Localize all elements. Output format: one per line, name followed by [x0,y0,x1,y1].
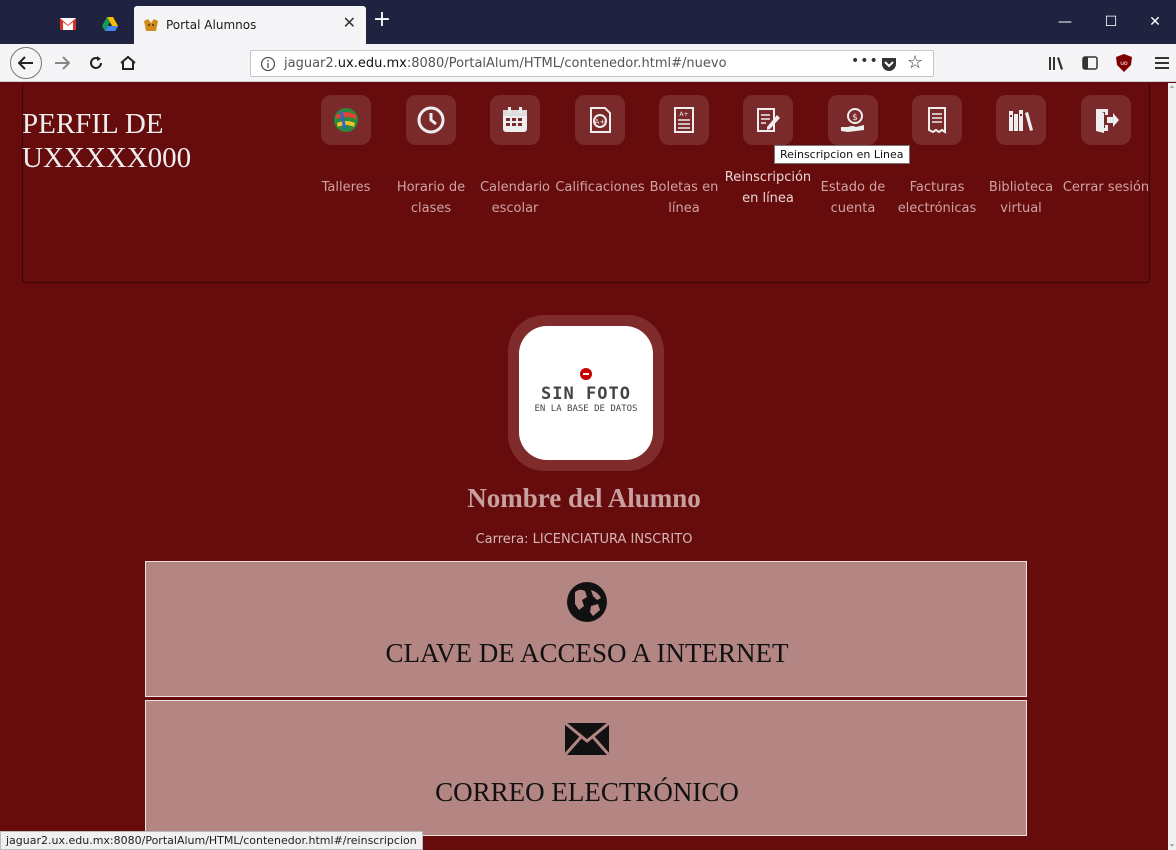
menu-label: línea [668,201,700,216]
menu-item-boletas[interactable]: A+ Boletas en línea [639,95,729,219]
logout-icon [1081,95,1131,145]
edit-document-icon [743,95,793,145]
profile-title: PERFIL DE UXXXXX000 [22,108,192,174]
maximize-button[interactable]: ☐ [1096,10,1126,34]
card-title: CLAVE DE ACCESO A INTERNET [385,638,789,668]
back-arrow-icon [18,56,33,70]
hamburger-menu-icon [1155,57,1169,69]
grade-document-icon: A+ [575,95,625,145]
url-text[interactable]: jaguar2.ux.edu.mx:8080/PortalAlum/HTML/c… [284,56,727,71]
minimize-button[interactable]: — [1050,10,1080,34]
forward-arrow-icon [55,56,70,70]
svg-text:A+: A+ [679,111,688,118]
menu-button[interactable] [1150,52,1174,74]
sidebar-button[interactable] [1078,52,1102,74]
home-icon [120,55,136,70]
svg-text:A+: A+ [595,118,606,126]
close-tab-icon[interactable]: ✕ [343,15,356,31]
browser-titlebar: Portal Alumnos ✕ + — ☐ ✕ [0,0,1176,44]
tooltip: Reinscripcion en Linea [774,145,910,164]
menu-label: Biblioteca [988,180,1054,195]
reload-icon [90,56,102,69]
page-content: PERFIL DE UXXXXX000 Talleres Horario de c… [0,83,1168,850]
menu-label: electrónicas [897,201,977,216]
url-bar[interactable]: jaguar2.ux.edu.mx:8080/PortalAlum/HTML/c… [250,50,934,77]
student-name: Nombre del Alumno [467,483,701,513]
calendar-icon [490,95,540,145]
browser-navbar: jaguar2.ux.edu.mx:8080/PortalAlum/HTML/c… [0,44,1176,82]
svg-text:$: $ [852,113,858,123]
close-window-button[interactable]: ✕ [1140,10,1170,34]
forward-button[interactable] [50,52,74,74]
status-bar: jaguar2.ux.edu.mx:8080/PortalAlum/HTML/c… [0,831,423,850]
card-clave-acceso-internet[interactable]: CLAVE DE ACCESO A INTERNET [145,561,1027,697]
reload-button[interactable] [84,52,108,74]
gmail-tab[interactable] [48,8,88,40]
library-button[interactable] [1044,52,1068,74]
info-icon[interactable] [260,56,276,72]
card-correo-electronico[interactable]: CORREO ELECTRÓNICO [145,700,1027,836]
report-card-icon: A+ [659,95,709,145]
menu-label: clases [410,201,452,216]
new-tab-button[interactable]: + [370,9,394,33]
menu-item-calificaciones[interactable]: A+ Calificaciones [555,95,645,198]
no-photo-title: SIN FOTO [541,384,631,404]
gmail-icon [60,18,76,30]
menu-label: Estado de [820,180,886,195]
library-icon [1049,57,1063,70]
sidebar-icon [1082,56,1098,70]
menu-label: Calendario [479,180,551,195]
card-title: CORREO ELECTRÓNICO [435,777,739,807]
menu-label: cuenta [830,201,876,216]
menu-label: en línea [742,191,794,206]
no-photo-subtitle: EN LA BASE DE DATOS [534,404,638,414]
globe-icon [567,582,607,622]
jaguar-favicon-icon [144,19,158,31]
menu-item-cerrar-sesion[interactable]: Cerrar sesión [1061,95,1151,198]
tab-title: Portal Alumnos [166,18,257,32]
tab-portal-alumnos[interactable]: Portal Alumnos ✕ [134,6,366,44]
menu-label: escolar [491,201,539,216]
scroll-down-icon[interactable]: ⌄ [1168,839,1176,848]
student-carrera: Carrera: LICENCIATURA INSCRITO [475,532,693,547]
menu-label: Reinscripción [724,170,812,185]
svg-text:uo: uo [1120,60,1128,67]
ublock-button[interactable]: uo [1112,52,1136,74]
back-button[interactable] [10,47,42,79]
scroll-up-icon[interactable]: ⌃ [1168,85,1176,94]
bookmark-star-icon[interactable]: ☆ [907,52,923,73]
menu-label: Calificaciones [555,180,645,195]
library-books-icon [996,95,1046,145]
profile-photo-frame: SIN FOTO EN LA BASE DE DATOS [508,315,664,471]
menu-label: Horario de [396,180,466,195]
menu-label: Facturas [909,180,965,195]
pocket-icon[interactable] [881,56,897,72]
menu-item-biblioteca[interactable]: Biblioteca virtual [976,95,1066,219]
drive-tab[interactable] [90,8,130,40]
menu-label: virtual [1000,201,1042,216]
page-actions-icon[interactable]: ••• [851,53,879,69]
no-entry-icon [580,368,592,380]
clock-icon [406,95,456,145]
globe-books-icon [321,95,371,145]
drive-icon [102,17,118,31]
menu-item-calendario[interactable]: Calendario escolar [470,95,560,219]
ublock-icon: uo [1116,54,1132,72]
invoice-icon [912,95,962,145]
money-hand-icon: $ [828,95,878,145]
menu-label: Cerrar sesión [1062,180,1150,195]
menu-label: Boletas en [649,180,719,195]
home-button[interactable] [116,52,140,74]
menu-label: Talleres [321,180,371,195]
profile-photo: SIN FOTO EN LA BASE DE DATOS [519,326,653,460]
menu-item-horario[interactable]: Horario de clases [386,95,476,219]
menu-item-talleres[interactable]: Talleres [301,95,391,198]
page-scrollbar[interactable]: ⌃ ⌄ [1168,83,1176,850]
envelope-icon [563,721,611,756]
